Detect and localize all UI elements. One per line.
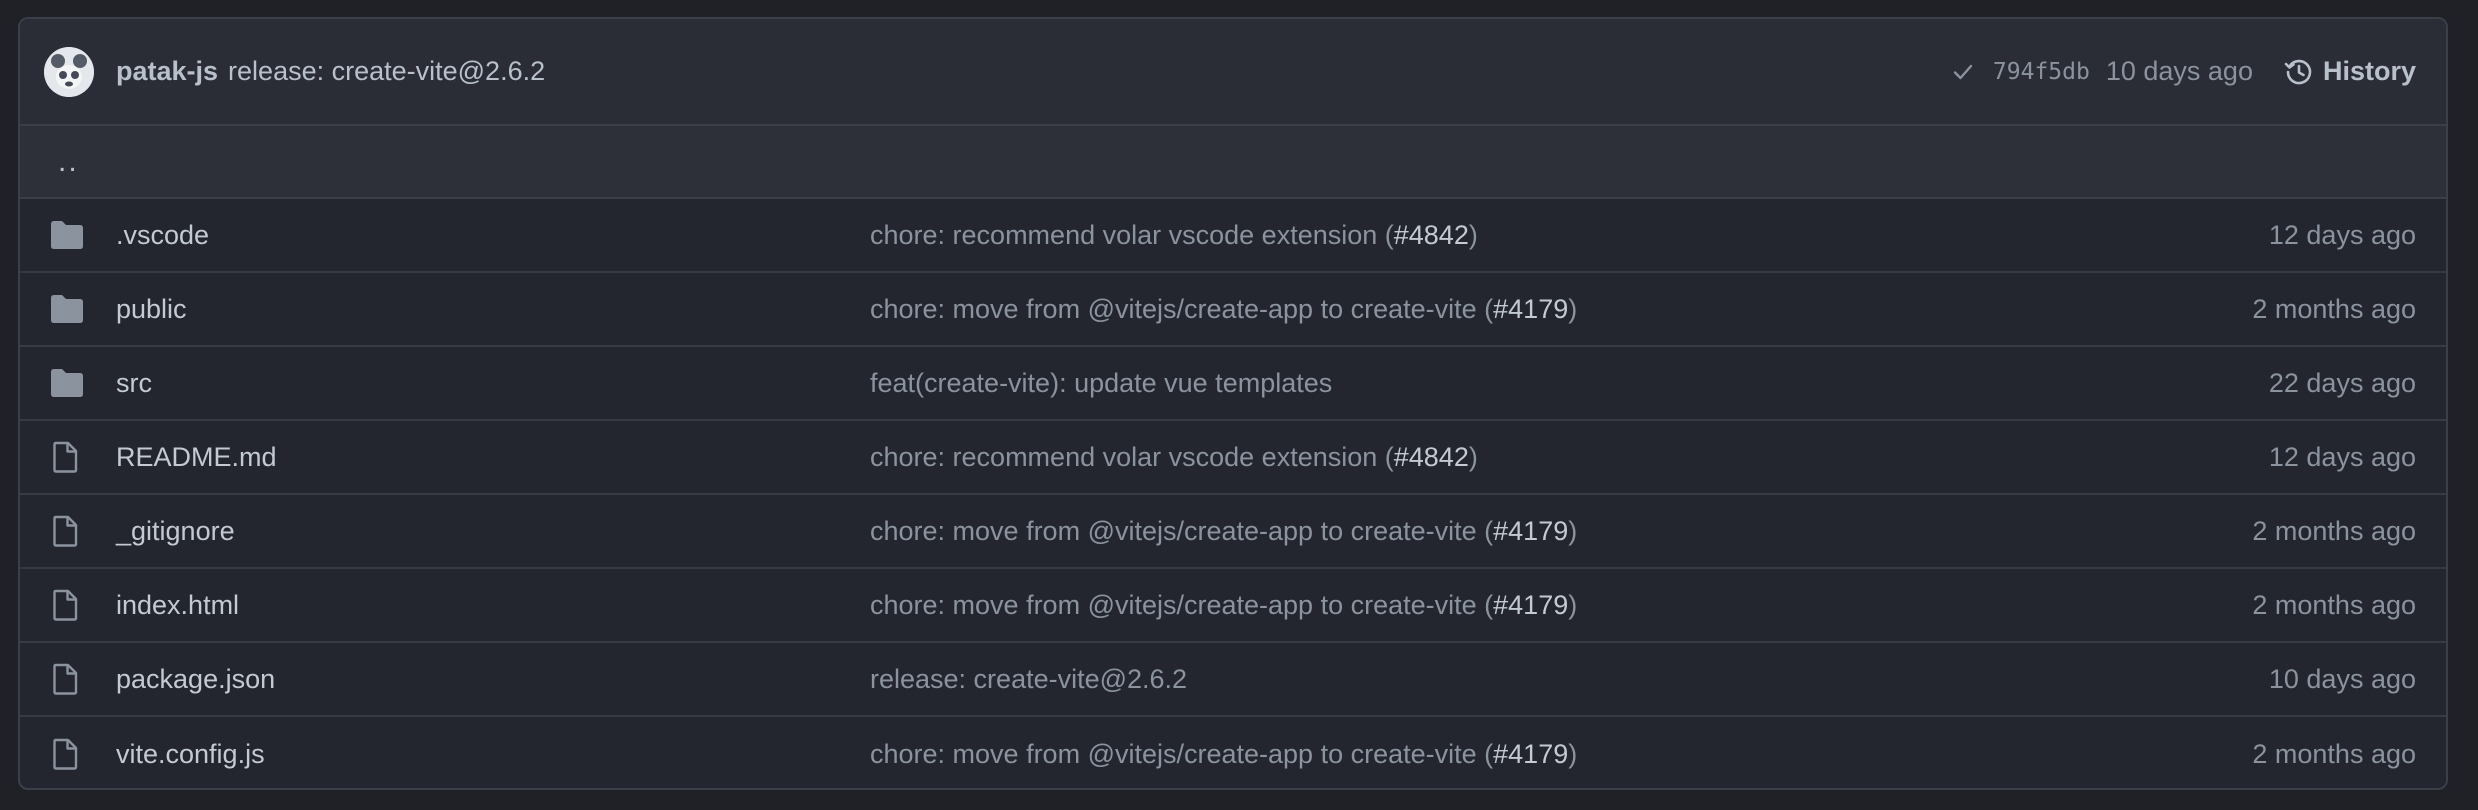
commit-message-end: ) <box>1468 441 1478 472</box>
commit-age: 2 months ago <box>2252 515 2416 546</box>
commit-sha-link[interactable]: 794f5db <box>1993 59 2090 85</box>
commit-message-text: chore: move from @vitejs/create-app to c… <box>870 515 1494 546</box>
commit-message-end: ) <box>1568 738 1578 769</box>
parent-directory-label: .. <box>58 144 79 178</box>
commit-message-text: chore: move from @vitejs/create-app to c… <box>870 293 1494 324</box>
commit-message-end: ) <box>1568 515 1578 546</box>
file-icon <box>50 515 80 547</box>
avatar-image <box>44 46 94 97</box>
history-clock-icon <box>2284 59 2312 84</box>
file-row[interactable]: README.md chore: recommend volar vscode e… <box>20 421 2446 495</box>
file-name-link[interactable]: vite.config.js <box>116 739 265 770</box>
file-row[interactable]: src feat(create-vite): update vue templat… <box>20 347 2446 421</box>
commit-message-link[interactable]: chore: recommend volar vscode extension … <box>870 442 1478 473</box>
history-label: History <box>2322 56 2416 86</box>
commit-author-link[interactable]: patak-js <box>116 56 218 87</box>
file-name-link[interactable]: public <box>116 294 187 325</box>
file-icon <box>50 663 80 695</box>
file-row[interactable]: _gitignore chore: move from @vitejs/creat… <box>20 495 2446 569</box>
folder-icon <box>50 294 84 324</box>
commit-message-text: chore: recommend volar vscode extension … <box>870 219 1394 250</box>
file-name-link[interactable]: package.json <box>116 664 275 695</box>
history-link[interactable]: History <box>2283 56 2416 88</box>
commit-message-link[interactable]: release: create-vite@2.6.2 <box>870 664 1187 695</box>
commit-age: 2 months ago <box>2252 589 2416 620</box>
pull-request-link[interactable]: #4179 <box>1493 739 1568 769</box>
commit-age: 10 days ago <box>2268 663 2416 694</box>
commit-message-text: release: create-vite@2.6.2 <box>870 663 1188 694</box>
commit-message-text: chore: recommend volar vscode extension … <box>870 441 1394 472</box>
commit-message-text: chore: move from @vitejs/create-app to c… <box>870 589 1494 620</box>
file-icon <box>50 441 80 473</box>
file-icon <box>50 738 80 770</box>
commit-message-link[interactable]: feat(create-vite): update vue templates <box>870 368 1332 399</box>
commit-message-link[interactable]: chore: recommend volar vscode extension … <box>870 220 1478 251</box>
commit-age: 12 days ago <box>2268 441 2416 472</box>
avatar[interactable] <box>44 46 94 97</box>
commit-message-text: chore: move from @vitejs/create-app to c… <box>870 738 1494 769</box>
file-name-link[interactable]: src <box>116 368 152 399</box>
pull-request-link[interactable]: #4842 <box>1394 442 1469 472</box>
commit-message-link[interactable]: chore: move from @vitejs/create-app to c… <box>870 516 1577 547</box>
parent-directory-link[interactable]: .. <box>20 126 2446 199</box>
file-row[interactable]: .vscode chore: recommend volar vscode ext… <box>20 199 2446 273</box>
file-name-link[interactable]: README.md <box>116 442 277 473</box>
file-icon <box>50 589 80 621</box>
commit-age: 2 months ago <box>2252 293 2416 324</box>
commit-message-link[interactable]: chore: move from @vitejs/create-app to c… <box>870 294 1577 325</box>
file-row[interactable]: index.html chore: move from @vitejs/creat… <box>20 569 2446 643</box>
check-icon[interactable] <box>1951 60 1975 84</box>
commit-message-link[interactable]: chore: move from @vitejs/create-app to c… <box>870 590 1577 621</box>
pull-request-link[interactable]: #4179 <box>1493 516 1568 546</box>
commit-message-end: ) <box>1468 219 1478 250</box>
commit-message-end: ) <box>1568 589 1578 620</box>
file-name-link[interactable]: _gitignore <box>116 516 235 547</box>
pull-request-link[interactable]: #4179 <box>1493 294 1568 324</box>
file-row[interactable]: vite.config.js chore: move from @vitejs/c… <box>20 717 2446 788</box>
file-row[interactable]: public chore: move from @vitejs/create-ap… <box>20 273 2446 347</box>
commit-message-link[interactable]: release: create-vite@2.6.2 <box>228 56 545 87</box>
commit-message-end: ) <box>1568 293 1578 324</box>
file-name-link[interactable]: .vscode <box>116 220 209 251</box>
commit-age: 12 days ago <box>2268 219 2416 250</box>
file-list: .vscode chore: recommend volar vscode ext… <box>20 199 2446 788</box>
commit-message-text: feat(create-vite): update vue templates <box>870 367 1333 398</box>
commit-time: 10 days ago <box>2105 56 2253 86</box>
commit-age: 2 months ago <box>2252 738 2416 769</box>
folder-icon <box>50 368 84 398</box>
file-name-link[interactable]: index.html <box>116 590 239 621</box>
pull-request-link[interactable]: #4179 <box>1493 590 1568 620</box>
commit-age: 22 days ago <box>2268 367 2416 398</box>
pull-request-link[interactable]: #4842 <box>1394 220 1469 250</box>
file-browser-panel: patak-js release: create-vite@2.6.2 794f… <box>18 17 2448 790</box>
latest-commit-header: patak-js release: create-vite@2.6.2 794f… <box>20 19 2446 126</box>
commit-message-link[interactable]: chore: move from @vitejs/create-app to c… <box>870 739 1577 770</box>
file-row[interactable]: package.json release: create-vite@2.6.2 10… <box>20 643 2446 717</box>
folder-icon <box>50 220 84 250</box>
